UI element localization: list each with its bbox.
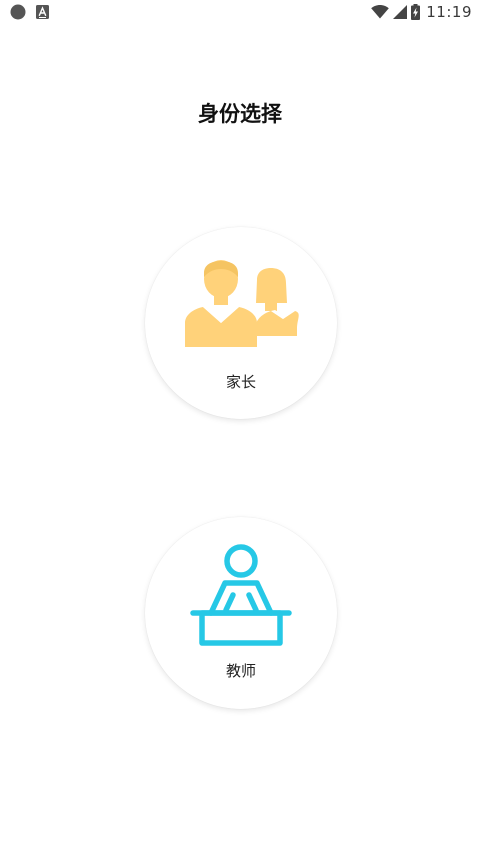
role-label-teacher: 教师 [225, 662, 256, 680]
identity-selection-screen: 11:19 身份选择 家长 教师 [0, 0, 480, 854]
circle-notification-icon [10, 4, 26, 20]
status-left-icons [10, 4, 49, 20]
wifi-icon [371, 5, 390, 19]
font-app-icon [36, 5, 49, 19]
status-bar: 11:19 [0, 0, 480, 26]
status-time: 11:19 [426, 3, 472, 21]
page-title: 身份选择 [198, 102, 282, 126]
role-option-parent[interactable]: 家长 [145, 227, 337, 419]
status-right-icons: 11:19 [371, 3, 472, 21]
battery-charging-icon [411, 4, 421, 20]
role-option-teacher[interactable]: 教师 [145, 517, 337, 709]
cell-signal-icon [393, 5, 408, 19]
role-label-parent: 家长 [225, 373, 256, 391]
